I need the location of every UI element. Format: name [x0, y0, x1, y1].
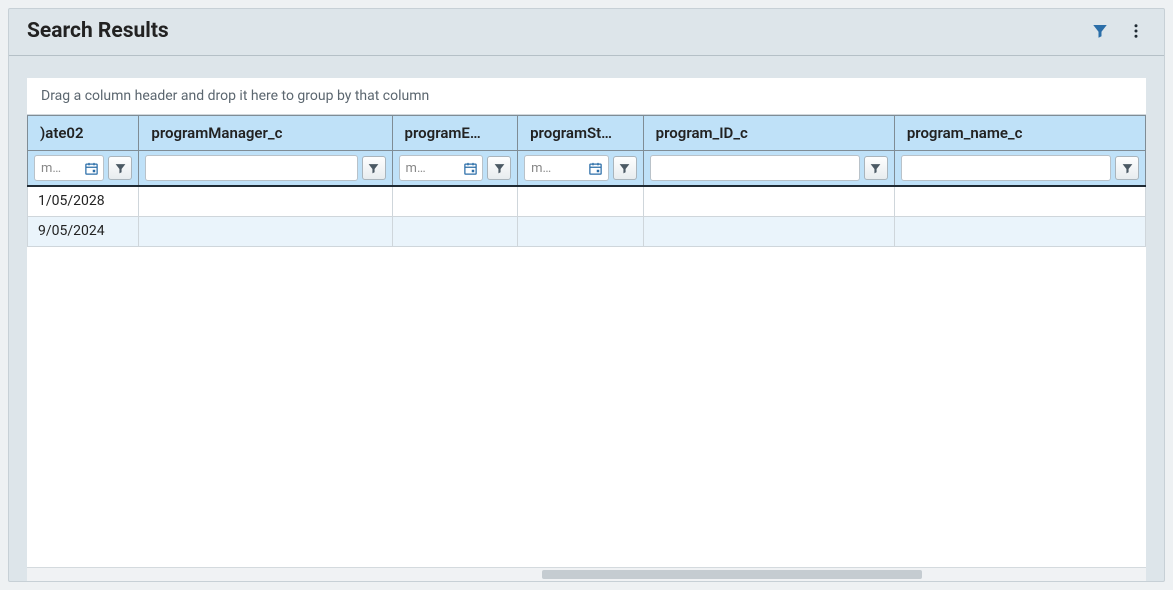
filter-placeholder: m… — [406, 161, 461, 176]
filter-input-date02[interactable]: m… — [34, 155, 104, 181]
filter-button-program-id[interactable] — [864, 156, 888, 180]
filter-placeholder: m… — [531, 161, 586, 176]
grid-wrap: Drag a column header and drop it here to… — [27, 78, 1146, 581]
panel-title: Search Results — [27, 19, 1090, 43]
filter-placeholder: m… — [41, 161, 81, 176]
column-header-program-name[interactable]: program_name_c — [894, 116, 1145, 151]
column-header-program-manager[interactable]: programManager_c — [139, 116, 392, 151]
table-row[interactable]: 1/05/2028 — [28, 186, 1146, 216]
cell-date02: 9/05/2024 — [28, 216, 139, 246]
panel-actions — [1090, 21, 1146, 41]
cell-program-e — [392, 216, 518, 246]
column-header-row: )ate02 programManager_c programE… progra… — [28, 116, 1146, 151]
cell-date02: 1/05/2028 — [28, 186, 139, 216]
calendar-icon[interactable] — [81, 156, 101, 180]
column-header-program-e[interactable]: programE… — [392, 116, 518, 151]
filter-button-program-st[interactable] — [613, 156, 637, 180]
cell-program-e — [392, 186, 518, 216]
filter-input-program-manager[interactable] — [145, 155, 357, 181]
panel-header: Search Results — [9, 9, 1164, 56]
filter-input-program-st[interactable]: m… — [524, 155, 609, 181]
filter-button-program-manager[interactable] — [362, 156, 386, 180]
search-results-panel: Search Results Drag a column header and … — [8, 8, 1165, 582]
cell-program-name — [894, 216, 1145, 246]
column-header-program-id[interactable]: program_ID_c — [643, 116, 894, 151]
filter-button-program-e[interactable] — [487, 156, 511, 180]
filter-icon[interactable] — [1090, 21, 1110, 41]
column-header-program-st[interactable]: programSt… — [518, 116, 644, 151]
horizontal-scrollbar[interactable] — [27, 567, 1146, 581]
filter-input-program-id[interactable] — [650, 155, 860, 181]
cell-program-manager — [139, 216, 392, 246]
group-by-panel[interactable]: Drag a column header and drop it here to… — [27, 78, 1146, 115]
cell-program-id — [643, 216, 894, 246]
scrollbar-thumb[interactable] — [542, 570, 922, 579]
cell-program-st — [518, 216, 644, 246]
column-header-date02[interactable]: )ate02 — [28, 116, 139, 151]
calendar-icon[interactable] — [460, 156, 480, 180]
table-row[interactable]: 9/05/2024 — [28, 216, 1146, 246]
filter-button-date02[interactable] — [108, 156, 132, 180]
cell-program-name — [894, 186, 1145, 216]
filter-input-program-e[interactable]: m… — [399, 155, 484, 181]
cell-program-manager — [139, 186, 392, 216]
cell-program-id — [643, 186, 894, 216]
kebab-menu-icon[interactable] — [1126, 21, 1146, 41]
filter-row: m… — [28, 151, 1146, 187]
filter-input-program-name[interactable] — [901, 155, 1111, 181]
cell-program-st — [518, 186, 644, 216]
data-grid: )ate02 programManager_c programE… progra… — [27, 115, 1146, 581]
calendar-icon[interactable] — [586, 156, 606, 180]
filter-button-program-name[interactable] — [1115, 156, 1139, 180]
